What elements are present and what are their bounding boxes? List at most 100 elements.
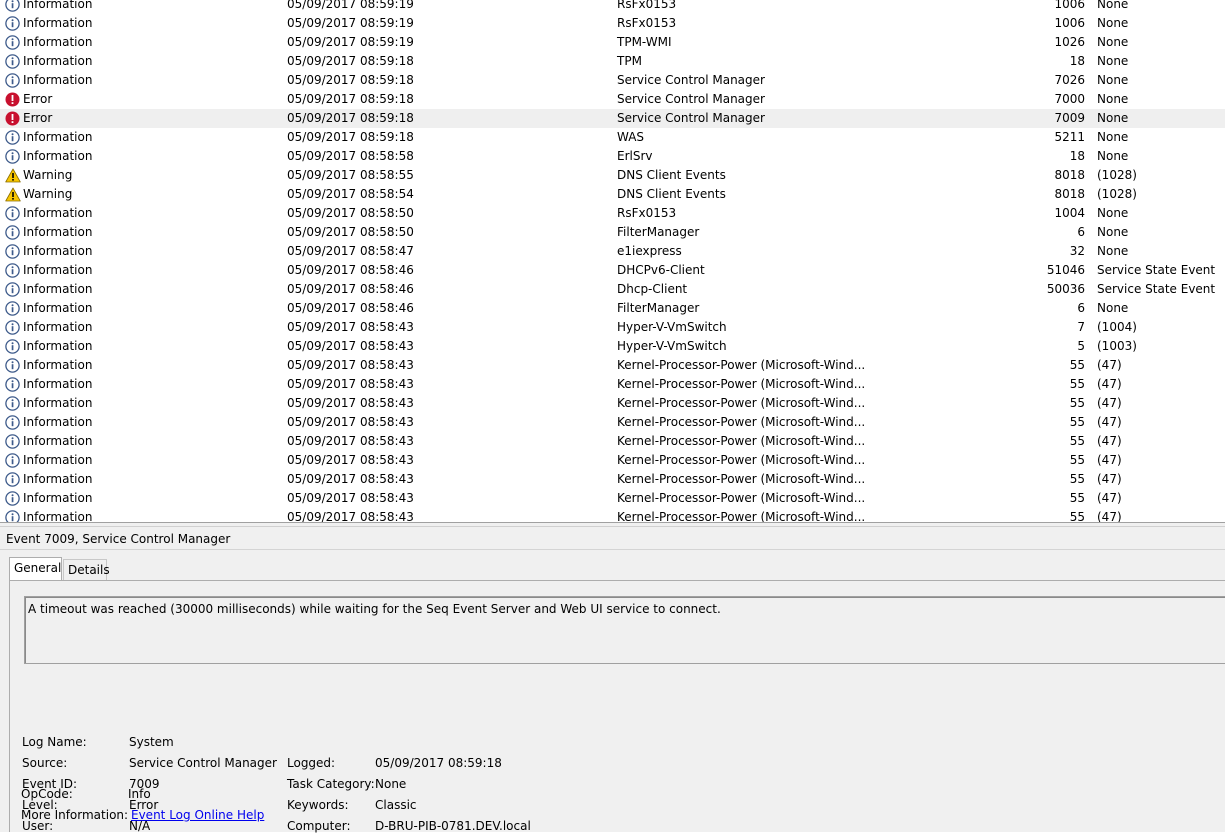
task-category-cell: (47) — [1097, 358, 1122, 372]
level-cell: Information — [23, 0, 93, 11]
table-row[interactable]: Information 05/09/2017 08:58:43 Hyper-V-Vm… — [0, 337, 1225, 356]
table-row[interactable]: Information 05/09/2017 08:58:43 Kernel-Pro… — [0, 489, 1225, 508]
task-category-cell: (47) — [1097, 510, 1122, 522]
source-cell: Kernel-Processor-Power (Microsoft-Wind..… — [617, 377, 866, 391]
value-logged: 05/09/2017 08:59:18 — [375, 756, 502, 770]
event-id-cell: 55 — [1069, 472, 1085, 486]
level-cell: Information — [23, 415, 93, 429]
event-id-cell: 32 — [1069, 244, 1085, 258]
table-row[interactable]: Information 05/09/2017 08:58:47 e1iexpress… — [0, 242, 1225, 261]
event-id-cell: 51046 — [1046, 263, 1085, 277]
level-cell: Information — [23, 35, 93, 49]
info-icon — [5, 225, 21, 241]
table-row[interactable]: Information 05/09/2017 08:58:43 Kernel-Pro… — [0, 508, 1225, 522]
tab-details[interactable]: Details — [63, 559, 110, 581]
event-id-cell: 55 — [1069, 396, 1085, 410]
label-opcode: OpCode: — [21, 787, 73, 801]
source-cell: Hyper-V-VmSwitch — [617, 339, 727, 353]
level-cell: Information — [23, 396, 93, 410]
table-row[interactable]: Information 05/09/2017 08:58:43 Hyper-V-Vm… — [0, 318, 1225, 337]
source-cell: FilterManager — [617, 225, 700, 239]
event-id-cell: 1004 — [1054, 206, 1085, 220]
table-row[interactable]: Information 05/09/2017 08:59:19 RsFx0153 10… — [0, 14, 1225, 33]
level-cell: Error — [23, 111, 53, 125]
info-icon — [5, 0, 21, 13]
date-cell: 05/09/2017 08:58:55 — [287, 168, 414, 182]
date-cell: 05/09/2017 08:59:19 — [287, 0, 414, 11]
table-row[interactable]: Information 05/09/2017 08:59:18 TPM 18 None — [0, 52, 1225, 71]
date-cell: 05/09/2017 08:58:46 — [287, 282, 414, 296]
event-id-cell: 55 — [1069, 510, 1085, 522]
event-id-cell: 55 — [1069, 491, 1085, 505]
table-row[interactable]: Information 05/09/2017 08:59:19 RsFx0153 10… — [0, 0, 1225, 14]
table-row[interactable]: Information 05/09/2017 08:58:43 Kernel-Pro… — [0, 451, 1225, 470]
task-category-cell: None — [1097, 225, 1129, 239]
date-cell: 05/09/2017 08:58:43 — [287, 339, 414, 353]
table-row[interactable]: Information 05/09/2017 08:58:43 Kernel-Pro… — [0, 413, 1225, 432]
source-cell: Hyper-V-VmSwitch — [617, 320, 727, 334]
info-icon — [5, 149, 21, 165]
source-cell: Kernel-Processor-Power (Microsoft-Wind..… — [617, 453, 866, 467]
source-cell: Dhcp-Client — [617, 282, 688, 296]
table-row[interactable]: Information 05/09/2017 08:59:18 WAS 5211 Non… — [0, 128, 1225, 147]
table-row[interactable]: Information 05/09/2017 08:58:46 DHCPv6-Cli… — [0, 261, 1225, 280]
source-cell: Kernel-Processor-Power (Microsoft-Wind..… — [617, 510, 866, 522]
label-task-category: Task Category: — [287, 777, 375, 791]
error-icon — [5, 92, 21, 108]
date-cell: 05/09/2017 08:58:46 — [287, 263, 414, 277]
table-row[interactable]: Warning 05/09/2017 08:58:54 DNS Client Eve… — [0, 185, 1225, 204]
table-row[interactable]: Error 05/09/2017 08:59:18 Service Control … — [0, 109, 1225, 128]
source-cell: Service Control Manager — [617, 73, 765, 87]
value-keywords: Classic — [375, 798, 417, 812]
table-row[interactable]: Warning 05/09/2017 08:58:55 DNS Client Eve… — [0, 166, 1225, 185]
level-cell: Information — [23, 377, 93, 391]
source-cell: TPM — [617, 54, 642, 68]
event-description[interactable]: A timeout was reached (30000 millisecond… — [24, 596, 1225, 664]
task-category-cell: Service State Event — [1097, 282, 1216, 296]
info-icon — [5, 415, 21, 431]
table-row[interactable]: Information 05/09/2017 08:59:18 Service Co… — [0, 71, 1225, 90]
table-row[interactable]: Information 05/09/2017 08:58:43 Kernel-Pro… — [0, 394, 1225, 413]
task-category-cell: (1004) — [1097, 320, 1137, 334]
event-id-cell: 1006 — [1054, 16, 1085, 30]
source-cell: RsFx0153 — [617, 0, 677, 11]
event-id-cell: 18 — [1069, 54, 1085, 68]
info-icon — [5, 54, 21, 70]
task-category-cell: None — [1097, 54, 1129, 68]
source-cell: FilterManager — [617, 301, 700, 315]
level-cell: Information — [23, 225, 93, 239]
table-row[interactable]: Information 05/09/2017 08:58:50 FilterMana… — [0, 223, 1225, 242]
event-id-cell: 7026 — [1054, 73, 1085, 87]
table-row[interactable]: Information 05/09/2017 08:58:43 Kernel-Pro… — [0, 470, 1225, 489]
table-row[interactable]: Information 05/09/2017 08:58:43 Kernel-Pro… — [0, 432, 1225, 451]
tab-general[interactable]: General — [9, 557, 62, 581]
task-category-cell: (47) — [1097, 396, 1122, 410]
table-row[interactable]: Information 05/09/2017 08:59:19 TPM-WMI 102… — [0, 33, 1225, 52]
source-cell: Kernel-Processor-Power (Microsoft-Wind..… — [617, 491, 866, 505]
table-row[interactable]: Information 05/09/2017 08:58:46 Dhcp-Clien… — [0, 280, 1225, 299]
task-category-cell: None — [1097, 92, 1129, 106]
source-cell: Service Control Manager — [617, 92, 765, 106]
table-row[interactable]: Error 05/09/2017 08:59:18 Service Control … — [0, 90, 1225, 109]
table-row[interactable]: Information 05/09/2017 08:58:43 Kernel-Pro… — [0, 375, 1225, 394]
date-cell: 05/09/2017 08:58:43 — [287, 453, 414, 467]
table-row[interactable]: Information 05/09/2017 08:58:43 Kernel-Pro… — [0, 356, 1225, 375]
level-cell: Information — [23, 149, 93, 163]
label-source: Source: — [22, 756, 68, 770]
label-more-information: More Information: — [21, 808, 129, 822]
date-cell: 05/09/2017 08:59:18 — [287, 73, 414, 87]
table-row[interactable]: Information 05/09/2017 08:58:46 FilterMana… — [0, 299, 1225, 318]
level-cell: Information — [23, 491, 93, 505]
info-icon — [5, 453, 21, 469]
table-row[interactable]: Information 05/09/2017 08:58:50 RsFx0153 10… — [0, 204, 1225, 223]
event-id-cell: 7000 — [1054, 92, 1085, 106]
level-cell: Warning — [23, 168, 73, 182]
source-cell: Kernel-Processor-Power (Microsoft-Wind..… — [617, 472, 866, 486]
event-list[interactable]: Information 05/09/2017 08:59:19 RsFx0153 10… — [0, 0, 1225, 522]
table-row[interactable]: Information 05/09/2017 08:58:58 ErlSrv 18 No… — [0, 147, 1225, 166]
event-detail-pane: Event 7009, Service Control Manager Gene… — [0, 527, 1225, 833]
source-cell: Service Control Manager — [617, 111, 765, 125]
event-log-online-help-link[interactable]: Event Log Online Help — [131, 807, 264, 823]
event-id-cell: 55 — [1069, 358, 1085, 372]
date-cell: 05/09/2017 08:58:43 — [287, 434, 414, 448]
